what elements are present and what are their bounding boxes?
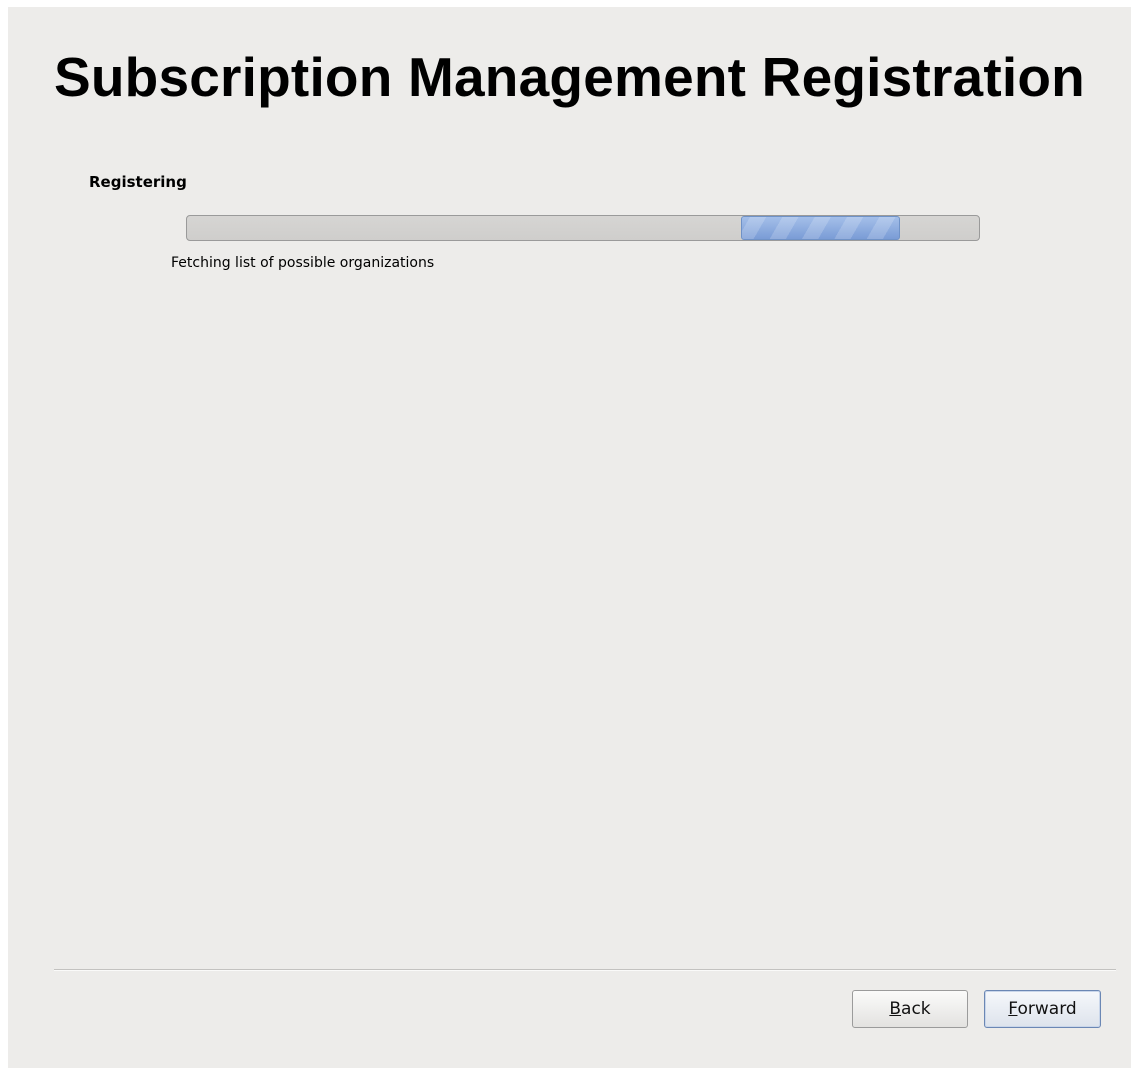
- button-area-separator: [54, 969, 1116, 971]
- back-button[interactable]: Back: [852, 990, 968, 1028]
- page-title: Subscription Management Registration: [54, 46, 1085, 108]
- back-button-label: ack: [901, 999, 931, 1019]
- forward-button[interactable]: Forward: [984, 990, 1101, 1028]
- status-text: Fetching list of possible organizations: [171, 255, 435, 271]
- section-title: Registering: [89, 173, 187, 191]
- progress-bar: [186, 215, 980, 241]
- registration-window: Subscription Management Registration Reg…: [8, 7, 1131, 1068]
- back-button-mnemonic: B: [889, 999, 902, 1019]
- progress-bar-pulse: [741, 216, 900, 240]
- forward-button-label: orward: [1017, 999, 1077, 1019]
